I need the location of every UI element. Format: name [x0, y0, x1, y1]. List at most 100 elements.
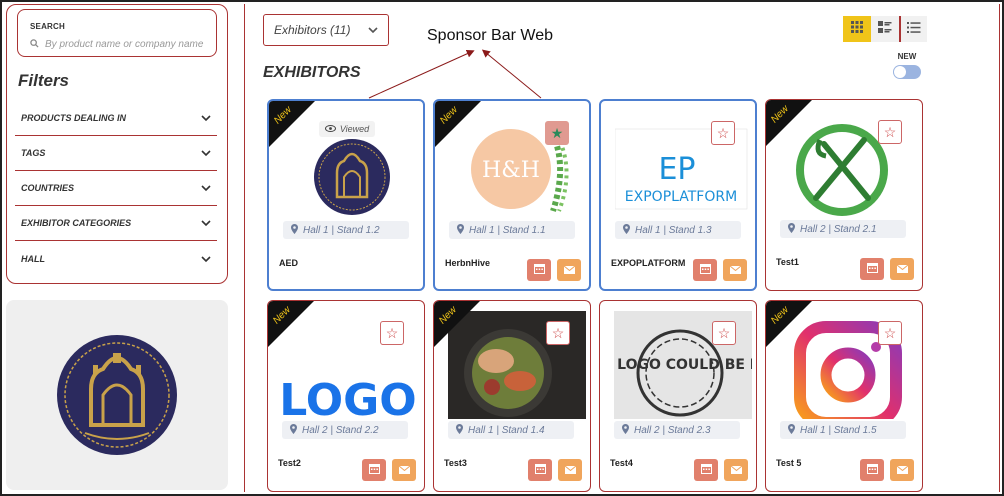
email-button[interactable] — [723, 259, 747, 281]
search-box[interactable]: SEARCH By product name or company name — [17, 9, 217, 57]
map-pin-icon — [788, 423, 800, 437]
exhibitor-card[interactable]: New ☆ Hall 1 | Stand 1.4 Test3 — [433, 300, 591, 492]
exhibitor-card[interactable]: New ☆ Hall 1 | Stand 1.5 Test 5 — [765, 300, 923, 492]
map-pin-icon — [623, 223, 635, 237]
star-icon: ☆ — [717, 324, 731, 341]
filter-countries[interactable]: COUNTRIES — [15, 171, 217, 206]
chevron-down-icon — [368, 23, 378, 37]
sponsor-banner[interactable] — [6, 300, 228, 490]
new-toggle[interactable] — [893, 65, 921, 79]
exhibitor-card[interactable]: New Viewed Hall 1 | Stand 1.2 AED — [267, 99, 425, 291]
calendar-button[interactable] — [693, 259, 717, 281]
stand-location: Hall 2 | Stand 2.3 — [614, 421, 740, 439]
logo-text-logo-text: LOGO — [282, 375, 417, 419]
expoplatform-logo-text: EXPOPLATFORM — [625, 189, 737, 205]
section-title: EXHIBITORS — [263, 64, 361, 81]
favorite-button[interactable]: ☆ — [712, 321, 736, 345]
chevron-down-icon — [201, 109, 211, 127]
stand-location-text: Hall 2 | Stand 2.1 — [800, 223, 877, 235]
grid-view-button[interactable] — [843, 16, 871, 42]
new-toggle-label: NEW — [897, 52, 917, 61]
calendar-icon — [700, 461, 712, 479]
exhibitor-card[interactable]: New H&H ★ Hall 1 | Stand 1.1 HerbnHive — [433, 99, 591, 291]
calendar-button[interactable] — [694, 459, 718, 481]
exhibitor-card[interactable]: New LOGO ☆ Hall 2 | Stand 2.2 Test2 — [267, 300, 425, 492]
mail-icon — [896, 260, 908, 278]
filter-exhibitor-categories[interactable]: EXHIBITOR CATEGORIES — [15, 206, 217, 241]
exhibitor-type-value: Exhibitors (11) — [274, 23, 351, 37]
star-icon: ☆ — [883, 123, 897, 140]
filter-tags[interactable]: TAGS — [15, 136, 217, 171]
exhibitor-name[interactable]: Test1 — [776, 257, 799, 267]
search-icon — [30, 35, 45, 53]
annotation-label: Sponsor Bar Web — [427, 27, 553, 44]
list-icon — [907, 20, 921, 38]
favorite-button[interactable]: ☆ — [711, 121, 735, 145]
chevron-down-icon — [201, 214, 211, 232]
exhibitor-card[interactable]: EP EXPOPLATFORM ☆ Hall 1 | Stand 1.3 EXP… — [599, 99, 757, 291]
grid-icon — [851, 20, 863, 38]
map-pin-icon — [457, 223, 469, 237]
mail-icon — [563, 261, 575, 279]
map-pin-icon — [290, 423, 302, 437]
mail-icon — [398, 461, 410, 479]
exhibitor-card[interactable]: YOUR LOGO COULD BE HERE ☆ Hall 2 | Stand… — [599, 300, 757, 492]
favorite-button[interactable]: ☆ — [878, 120, 902, 144]
exhibitor-name[interactable]: Test3 — [444, 458, 467, 468]
search-input[interactable]: By product name or company name — [45, 39, 203, 50]
filter-hall[interactable]: HALL — [15, 241, 217, 276]
calendar-button[interactable] — [362, 459, 386, 481]
stand-location: Hall 1 | Stand 1.4 — [448, 421, 574, 439]
filter-label: EXHIBITOR CATEGORIES — [21, 218, 132, 228]
herbnhive-logo-text: H&H — [482, 158, 540, 183]
calendar-icon — [368, 461, 380, 479]
svg-text:EP: EP — [658, 152, 695, 187]
calendar-button[interactable] — [860, 258, 884, 280]
filter-products-dealing-in[interactable]: PRODUCTS DEALING IN — [15, 101, 217, 136]
stand-location-text: Hall 1 | Stand 1.3 — [635, 224, 712, 236]
favorite-button[interactable]: ☆ — [380, 321, 404, 345]
exhibitor-name[interactable]: HerbnHive — [445, 258, 490, 268]
chevron-down-icon — [201, 144, 211, 162]
favorite-button[interactable]: ★ — [545, 121, 569, 145]
exhibitor-name[interactable]: AED — [279, 258, 298, 268]
mail-icon — [564, 461, 576, 479]
card-list-view-button[interactable] — [871, 16, 899, 42]
stand-location-text: Hall 2 | Stand 2.3 — [634, 424, 711, 436]
email-button[interactable] — [890, 258, 914, 280]
calendar-button[interactable] — [860, 459, 884, 481]
chevron-down-icon — [201, 179, 211, 197]
exhibitor-name[interactable]: Test4 — [610, 458, 633, 468]
calendar-icon — [866, 461, 878, 479]
email-button[interactable] — [724, 459, 748, 481]
stand-location-text: Hall 1 | Stand 1.2 — [303, 224, 380, 236]
exhibitor-name[interactable]: Test2 — [278, 458, 301, 468]
list-view-button[interactable] — [899, 16, 927, 42]
favorite-button[interactable]: ☆ — [878, 321, 902, 345]
favorite-button[interactable]: ☆ — [546, 321, 570, 345]
stand-location: Hall 1 | Stand 1.3 — [615, 221, 741, 239]
stand-location: Hall 2 | Stand 2.2 — [282, 421, 408, 439]
mail-icon — [896, 461, 908, 479]
star-icon: ☆ — [716, 124, 730, 141]
mail-icon — [729, 261, 741, 279]
email-button[interactable] — [392, 459, 416, 481]
exhibitor-name[interactable]: Test 5 — [776, 458, 801, 468]
email-button[interactable] — [558, 459, 582, 481]
stand-location: Hall 1 | Stand 1.1 — [449, 221, 575, 239]
email-button[interactable] — [557, 259, 581, 281]
exhibitors-main: Exhibitors (11) Sponsor Bar Web EXHIBITO… — [244, 4, 1000, 492]
calendar-icon — [534, 461, 546, 479]
star-icon: ☆ — [551, 324, 565, 341]
filter-label: PRODUCTS DEALING IN — [21, 113, 127, 123]
exhibitor-card[interactable]: New ☆ Hall 2 | Stand 2.1 Test1 — [765, 99, 923, 291]
exhibitor-name[interactable]: EXPOPLATFORM — [611, 258, 685, 268]
chevron-down-icon — [201, 250, 211, 268]
mail-icon — [730, 461, 742, 479]
calendar-icon — [866, 260, 878, 278]
exhibitor-type-select[interactable]: Exhibitors (11) — [263, 14, 389, 46]
calendar-button[interactable] — [527, 259, 551, 281]
stand-location-text: Hall 1 | Stand 1.5 — [800, 424, 877, 436]
email-button[interactable] — [890, 459, 914, 481]
calendar-button[interactable] — [528, 459, 552, 481]
